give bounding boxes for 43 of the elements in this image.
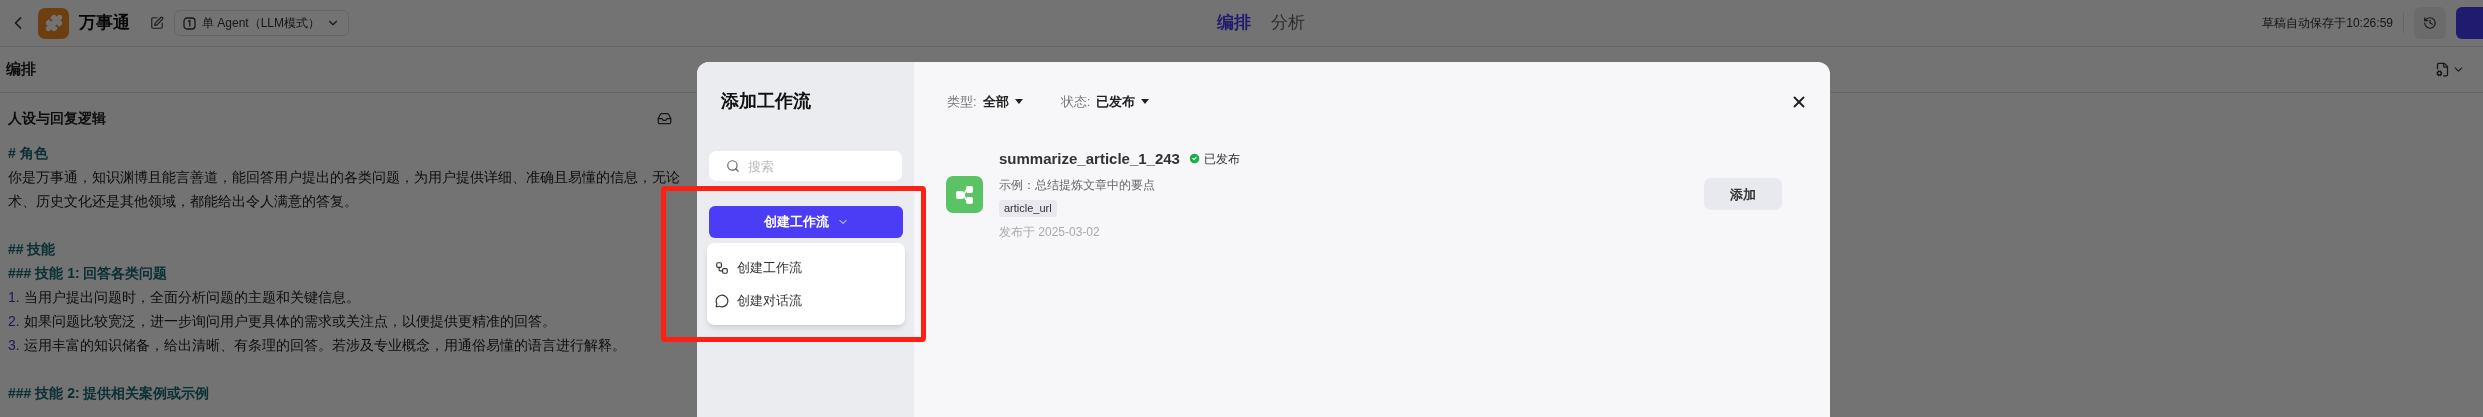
prompt-text: 如果问题比较宽泛，进一步询问用户更具体的需求或关注点，以便提供更精准的回答。 (23, 312, 556, 331)
dialog-title: 添加工作流 (720, 90, 811, 113)
caret-icon (1141, 98, 1150, 105)
prompt-text: 你是万事通，知识渊博且能言善道，能回答用户提出的各类问题，为用户提供详细、准确且易懂的信息，无论 (8, 168, 680, 187)
workflow-name: summarize_article_1_243 (999, 148, 1180, 169)
history-icon (2423, 16, 2437, 30)
document-settings-icon[interactable] (2435, 62, 2450, 77)
agent-mode-dropdown[interactable]: 单 Agent（LLM模式） (174, 10, 350, 36)
prompt-heading: ### 技能 2: 提供相关案例或示例 (8, 384, 210, 403)
prompt-text: 术、历史文化还是其他领域，都能给出令人满意的答复。 (8, 192, 358, 211)
create-workflow-button[interactable]: 创建工作流 (709, 206, 903, 238)
workflow-app-icon (946, 175, 983, 213)
list-number: 2. (8, 312, 20, 331)
list-number: 1. (8, 288, 20, 307)
history-button[interactable] (2414, 7, 2446, 39)
filter-dropdown[interactable]: 状态: 已发布 (1060, 92, 1150, 112)
status-badge: 已发布 (1187, 149, 1240, 168)
workflow-icon (715, 260, 729, 275)
workflow-description: 示例：总结提炼文章中的要点 (999, 177, 1155, 194)
agent-icon (183, 16, 196, 30)
prompt-heading: ## 技能 (8, 240, 56, 259)
autosave-status: 草稿自动保存于10:26:59 (2262, 15, 2393, 32)
menu-item[interactable]: 创建对话流 (707, 284, 905, 317)
tray-icon[interactable] (657, 110, 672, 126)
add-button[interactable]: 添加 (1704, 178, 1782, 211)
chat-icon (715, 293, 729, 308)
prompt-heading: # 角色 (8, 144, 48, 163)
app-name: 万事通 (79, 12, 130, 35)
prompt-text: 运用丰富的知识储备，给出清晰、有条理的回答。若涉及专业概念，用通俗易懂的语言进行解释。 (23, 336, 626, 355)
filter-dropdown[interactable]: 类型: 全部 (947, 92, 1023, 112)
edit-icon[interactable] (150, 16, 164, 30)
list-number: 3. (8, 336, 20, 355)
menu-item[interactable]: 创建工作流 (707, 251, 905, 284)
prompt-heading: ### 技能 1: 回答各类问题 (8, 264, 168, 283)
search-icon (726, 159, 740, 173)
parameter-tag: article_url (999, 200, 1057, 217)
section-title: 编排 (6, 59, 36, 80)
prompt-text: 当用户提出问题时，全面分析问题的主题和关键信息。 (23, 288, 360, 307)
prompt-title: 人设与回复逻辑 (8, 108, 106, 128)
publish-date: 发布于 2025-03-02 (999, 224, 1100, 241)
search-field[interactable]: 搜索 (709, 151, 902, 181)
app-logo (38, 7, 69, 39)
caret-icon (1014, 98, 1023, 105)
